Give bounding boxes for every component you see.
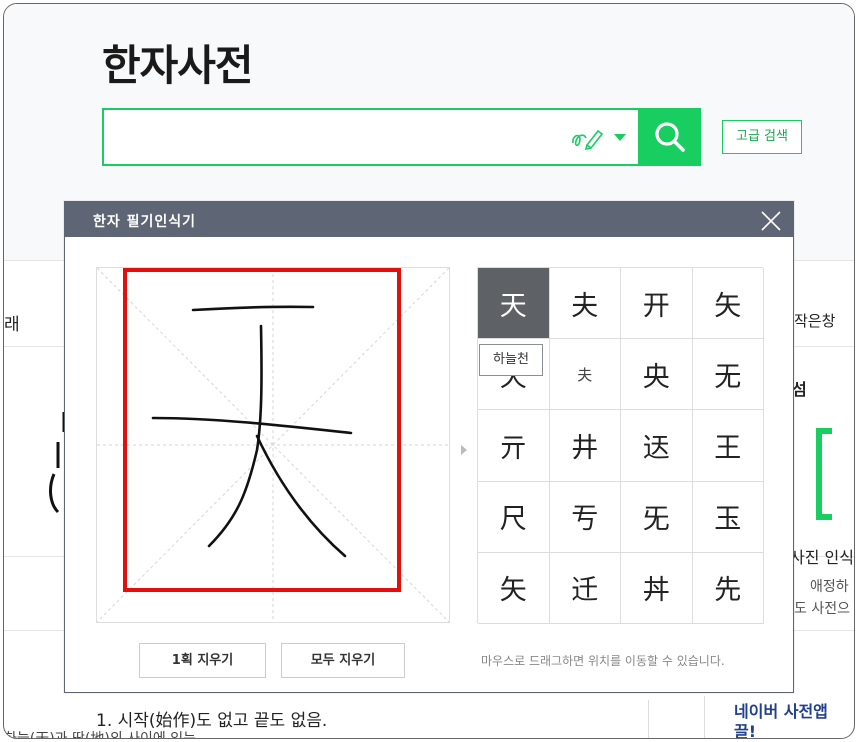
candidate-cell[interactable]: 先: [692, 552, 764, 624]
popup-header[interactable]: 한자 필기인식기: [65, 202, 793, 237]
candidate-cell[interactable]: 矢: [478, 552, 550, 624]
candidate-cell[interactable]: 井: [549, 410, 621, 482]
candidate-cell[interactable]: 旡: [621, 481, 693, 553]
candidate-cell[interactable]: 玉: [692, 481, 764, 553]
drawing-canvas[interactable]: [96, 267, 450, 623]
candidate-cell[interactable]: 尺: [478, 481, 550, 553]
candidate-cell[interactable]: 迁: [549, 552, 621, 624]
photo-search-text: 애정하: [810, 579, 849, 595]
candidate-cell[interactable]: 丼: [621, 552, 693, 624]
drag-hint: 마우스로 드래그하면 위치를 이동할 수 있습니다.: [481, 654, 725, 668]
page-title: 한자사전: [102, 41, 254, 90]
app-promo-title[interactable]: 끌!: [734, 718, 756, 738]
candidate-cell[interactable]: 迗: [621, 410, 693, 482]
candidate-cell[interactable]: 开: [621, 268, 693, 340]
clear-stroke-button[interactable]: 1획 지우기: [139, 643, 266, 678]
divider: [648, 700, 649, 738]
candidate-cell[interactable]: 矢: [692, 268, 764, 340]
guide-box: [123, 268, 401, 592]
handwriting-pen-icon[interactable]: [570, 125, 604, 151]
candidate-cell[interactable]: 王: [692, 410, 764, 482]
arrow-right-icon: [461, 445, 467, 455]
search-button[interactable]: [639, 108, 701, 166]
candidate-cell[interactable]: 夫: [549, 268, 621, 340]
handwriting-popup[interactable]: 한자 필기인식기 天夫开矢天夫央无亓井迗王尺亐旡玉矢迁丼先 하늘천 1획 지우기…: [64, 201, 794, 693]
background-right-tab[interactable]: 작은창: [794, 310, 835, 331]
handwritten-strokes: [151, 305, 353, 558]
meaning-line: 하늘(天)과 땅(地)의 사이에 있는: [4, 731, 196, 739]
candidate-cell[interactable]: 亓: [478, 410, 550, 482]
search-box[interactable]: [102, 108, 640, 166]
photo-search-title: 사진 인식: [790, 548, 854, 567]
search-icon: [655, 122, 685, 152]
candidate-tooltip: 하늘천: [479, 344, 543, 376]
photo-search-text: 도 사전으: [794, 601, 850, 617]
camera-frame-icon: [816, 428, 854, 520]
candidate-cell[interactable]: 央: [621, 339, 693, 411]
candidate-cell[interactable]: 天: [478, 268, 550, 340]
background-right-heading: 섬: [792, 380, 807, 399]
candidate-cell[interactable]: 亐: [549, 481, 621, 553]
candidate-cell[interactable]: 夫: [549, 339, 621, 411]
candidate-cell[interactable]: 无: [692, 339, 764, 411]
background-tab[interactable]: 래: [4, 310, 20, 335]
close-icon[interactable]: [759, 209, 783, 233]
search-input[interactable]: [112, 120, 566, 156]
advanced-search-button[interactable]: 고급 검색: [722, 120, 802, 154]
candidate-grid: 天夫开矢天夫央无亓井迗王尺亐旡玉矢迁丼先: [477, 267, 764, 624]
popup-title: 한자 필기인식기: [93, 214, 197, 230]
chevron-down-icon[interactable]: [614, 134, 626, 141]
clear-all-button[interactable]: 모두 지우기: [281, 643, 405, 678]
